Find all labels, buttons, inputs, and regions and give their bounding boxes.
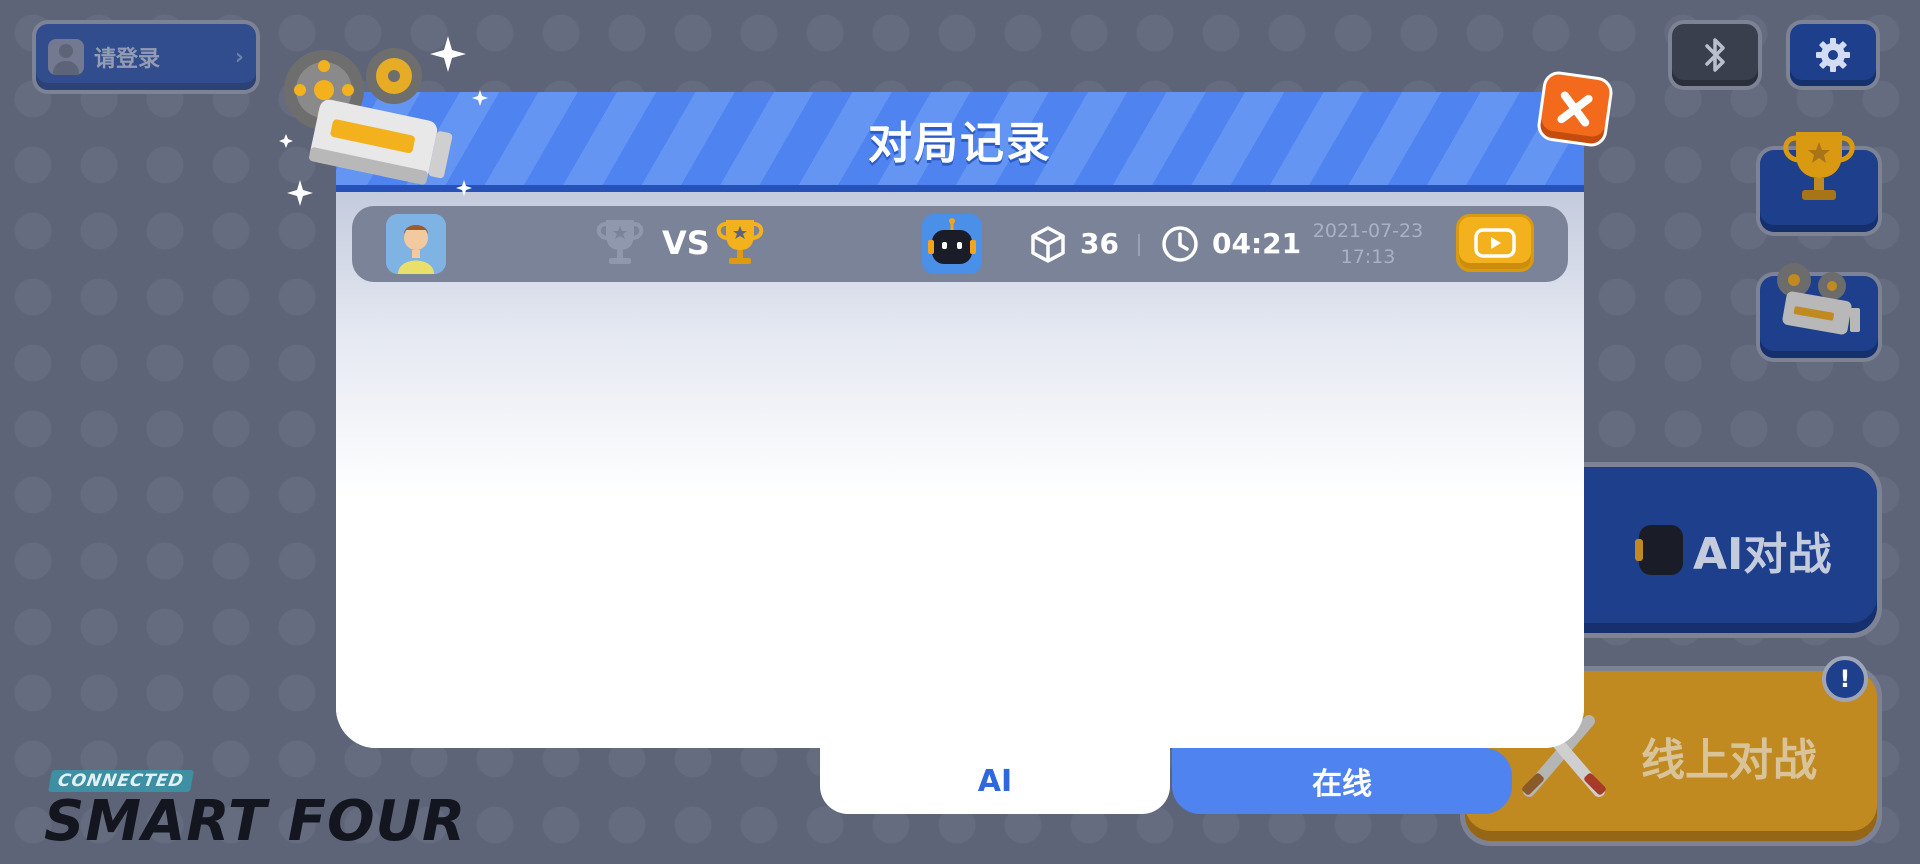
online-battle-label: 线上对战 [1641, 735, 1817, 786]
leaderboard-button-inner [1760, 132, 1878, 232]
notice-badge[interactable]: ! [1822, 656, 1868, 702]
settings-button[interactable] [1786, 20, 1880, 90]
player-avatar [386, 214, 446, 274]
close-icon [1557, 91, 1593, 127]
gear-icon [1816, 38, 1850, 72]
records-button-inner [1760, 263, 1878, 358]
record-tabs: AI 在线 [820, 748, 1540, 814]
modal-body: VS 36 04:21 2021-07-23 17:13 [336, 192, 1584, 748]
clock-icon [1160, 224, 1200, 268]
divider [1138, 234, 1140, 256]
match-datetime: 2021-07-23 17:13 [1308, 218, 1428, 270]
winner-trophy-icon [714, 216, 766, 276]
settings-button-inner [1790, 24, 1876, 86]
tab-online[interactable]: 在线 [1172, 748, 1512, 814]
film-projector-icon [1777, 263, 1860, 335]
trophy-icon [1783, 132, 1855, 200]
match-records-modal: 对局记录 VS 36 04:21 2021-07-23 17:13 [336, 92, 1584, 748]
match-duration: 04:21 [1212, 227, 1302, 260]
robot-icon [1635, 525, 1683, 575]
default-avatar-icon [48, 39, 84, 75]
match-time: 17:13 [1340, 246, 1396, 268]
tab-online-label: 在线 [1312, 767, 1372, 802]
login-button[interactable]: 请登录 › [32, 20, 260, 94]
login-button-inner: 请登录 › [36, 24, 256, 90]
tab-ai[interactable]: AI [820, 748, 1170, 814]
ai-battle-button-inner: AI对战 [1535, 467, 1877, 633]
robot-icon [922, 214, 982, 274]
replay-button[interactable] [1456, 214, 1534, 272]
ai-battle-label: AI对战 [1693, 529, 1832, 580]
modal-header: 对局记录 [336, 92, 1584, 192]
moves-cube-icon [1028, 224, 1068, 268]
player-avatar-icon [386, 214, 446, 274]
bluetooth-button-inner [1672, 24, 1758, 86]
film-projector-decoration-icon [279, 36, 488, 206]
tab-ai-label: AI [977, 763, 1013, 799]
ai-opponent-avatar [922, 214, 982, 274]
arrow-right-icon: › [234, 44, 244, 70]
vs-label: VS [662, 224, 710, 262]
close-button[interactable] [1535, 69, 1615, 149]
leaderboard-button[interactable] [1756, 132, 1882, 236]
match-record-row[interactable]: VS 36 04:21 2021-07-23 17:13 [352, 206, 1568, 282]
video-play-icon [1474, 228, 1516, 258]
logo-name: SMART FOUR [44, 789, 467, 854]
bluetooth-icon [1705, 38, 1725, 72]
loser-trophy-icon [594, 216, 646, 276]
move-count: 36 [1080, 227, 1119, 260]
match-date: 2021-07-23 [1312, 220, 1424, 242]
records-button[interactable] [1756, 263, 1882, 362]
login-label: 请登录 [94, 47, 161, 72]
modal-title: 对局记录 [868, 117, 1052, 169]
bluetooth-button[interactable] [1668, 20, 1762, 90]
